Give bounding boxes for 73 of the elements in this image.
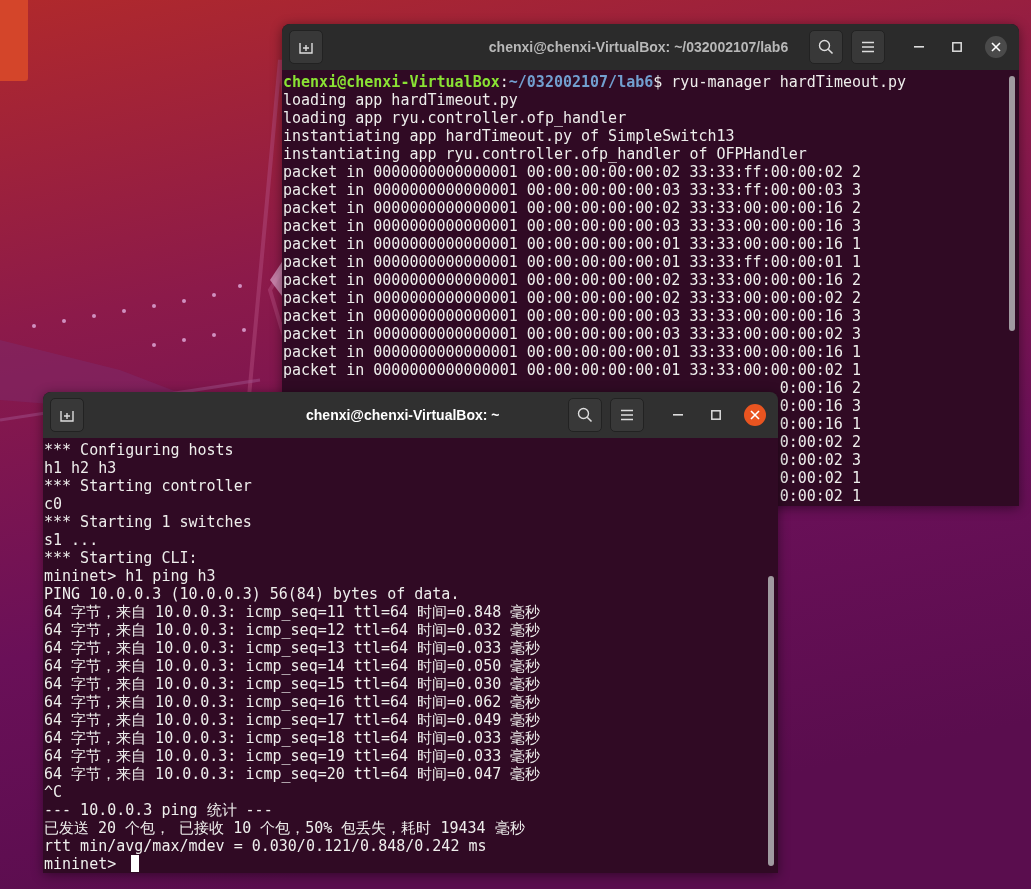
- output-line: *** Configuring hosts: [44, 441, 234, 459]
- menu-button[interactable]: [610, 398, 644, 432]
- output-line: packet in 0000000000000001 00:00:00:00:00:02 33:33:00:00:00:16 2: [283, 199, 861, 217]
- output-line: s1 ...: [44, 531, 99, 549]
- output-line: packet in 0000000000000001 00:00:00:00:00:03 33:33:00:00:00:16 3: [283, 217, 861, 235]
- close-icon: [750, 410, 760, 420]
- output-line: packet in 0000000000000001 00:00:00:00:00:01 33:33:ff:00:00:01 1: [283, 253, 861, 271]
- window-title: chenxi@chenxi-VirtualBox: ~: [306, 407, 500, 423]
- search-icon: [577, 407, 593, 423]
- menu-icon: [861, 41, 875, 53]
- prompt-separator: :: [499, 73, 509, 91]
- window-title: chenxi@chenxi-VirtualBox: ~/032002107/lab6: [488, 39, 789, 55]
- output-line: 64 字节，来自 10.0.0.3: icmp_seq=20 ttl=64 时间=0.047 毫秒: [44, 765, 541, 783]
- prompt-user-host: chenxi@chenxi-VirtualBox: [283, 73, 500, 91]
- close-button[interactable]: [744, 404, 766, 426]
- output-line: c0: [44, 495, 63, 513]
- output-line: 0:00:16 1: [779, 415, 861, 433]
- output-line: packet in 0000000000000001 00:00:00:00:00:03 33:33:00:00:00:16 3: [283, 307, 861, 325]
- output-line: *** Starting 1 switches: [44, 513, 252, 531]
- output-line: packet in 0000000000000001 00:00:00:00:00:01 33:33:00:00:00:02 1: [283, 361, 861, 379]
- close-icon: [991, 42, 1001, 52]
- output-line: instantiating app hardTimeout.py of SimpleSwitch13: [283, 127, 735, 145]
- output-line: packet in 0000000000000001 00:00:00:00:00:02 33:33:00:00:00:02 2: [283, 289, 861, 307]
- output-line: PING 10.0.0.3 (10.0.0.3) 56(84) bytes of data.: [44, 585, 460, 603]
- output-line: 0:00:02 2: [779, 433, 861, 451]
- output-line: 64 字节，来自 10.0.0.3: icmp_seq=15 ttl=64 时间=0.030 毫秒: [44, 675, 541, 693]
- output-line: loading app ryu.controller.ofp_handler: [283, 109, 627, 127]
- output-line: 64 字节，来自 10.0.0.3: icmp_seq=12 ttl=64 时间=0.032 毫秒: [44, 621, 541, 639]
- output-line: packet in 0000000000000001 00:00:00:00:00:02 33:33:ff:00:00:02 2: [283, 163, 861, 181]
- close-button[interactable]: [985, 36, 1007, 58]
- output-line: ^C: [44, 783, 63, 801]
- output-line: 64 字节，来自 10.0.0.3: icmp_seq=13 ttl=64 时间=0.033 毫秒: [44, 639, 541, 657]
- maximize-icon: [952, 42, 962, 52]
- output-line: 0:00:16 3: [779, 397, 861, 415]
- search-button[interactable]: [568, 398, 602, 432]
- maximize-icon: [711, 410, 721, 420]
- menu-button[interactable]: [851, 30, 885, 64]
- output-line: 64 字节，来自 10.0.0.3: icmp_seq=14 ttl=64 时间=0.050 毫秒: [44, 657, 541, 675]
- new-tab-button[interactable]: [50, 398, 84, 432]
- output-line: 0:00:02 1: [779, 487, 861, 505]
- prompt-path: ~/032002107/lab6: [508, 73, 654, 91]
- output-line: loading app hardTimeout.py: [283, 91, 518, 109]
- output-line: h1 h2 h3: [44, 459, 117, 477]
- menu-icon: [620, 409, 634, 421]
- output-line: instantiating app ryu.controller.ofp_handler of OFPHandler: [283, 145, 807, 163]
- scrollbar[interactable]: [768, 576, 774, 866]
- output-line: 已发送 20 个包， 已接收 10 个包，50% 包丢失，耗时 19434 毫秒: [44, 819, 525, 837]
- output-line: 0:00:02 1: [779, 469, 861, 487]
- output-line: packet in 0000000000000001 00:00:00:00:00:01 33:33:00:00:00:16 1: [283, 343, 861, 361]
- output-line: packet in 0000000000000001 00:00:00:00:00:02 33:33:00:00:00:16 2: [283, 271, 861, 289]
- output-line: 0:00:02 3: [779, 451, 861, 469]
- search-button[interactable]: [809, 30, 843, 64]
- command-text: $ ryu-manager hardTimeout.py: [653, 73, 907, 91]
- scrollbar[interactable]: [1009, 76, 1015, 331]
- output-line: mininet> h1 ping h3: [44, 567, 216, 585]
- output-line: *** Starting CLI:: [44, 549, 198, 567]
- prompt-text: mininet>: [44, 855, 117, 873]
- output-line: 0:00:16 2: [779, 379, 861, 397]
- output-line: *** Starting controller: [44, 477, 252, 495]
- output-line: 64 字节，来自 10.0.0.3: icmp_seq=17 ttl=64 时间=0.049 毫秒: [44, 711, 541, 729]
- minimize-icon: [914, 46, 924, 48]
- output-line: 64 字节，来自 10.0.0.3: icmp_seq=16 ttl=64 时间=0.062 毫秒: [44, 693, 541, 711]
- output-line: packet in 0000000000000001 00:00:00:00:00:03 33:33:00:00:00:02 3: [283, 325, 861, 343]
- new-tab-button[interactable]: [289, 30, 323, 64]
- output-line: rtt min/avg/max/mdev = 0.030/0.121/0.848/0.242 ms: [44, 837, 487, 855]
- output-line: 64 字节，来自 10.0.0.3: icmp_seq=19 ttl=64 时间=0.033 毫秒: [44, 747, 541, 765]
- output-line: 64 字节，来自 10.0.0.3: icmp_seq=11 ttl=64 时间=0.848 毫秒: [44, 603, 541, 621]
- search-icon: [818, 39, 834, 55]
- output-line: packet in 0000000000000001 00:00:00:00:00:01 33:33:00:00:00:16 1: [283, 235, 861, 253]
- output-line: 64 字节，来自 10.0.0.3: icmp_seq=18 ttl=64 时间=0.033 毫秒: [44, 729, 541, 747]
- minimize-icon: [673, 414, 683, 416]
- output-line: --- 10.0.0.3 ping 统计 ---: [44, 801, 273, 819]
- output-line: packet in 0000000000000001 00:00:00:00:00:03 33:33:ff:00:00:03 3: [283, 181, 861, 199]
